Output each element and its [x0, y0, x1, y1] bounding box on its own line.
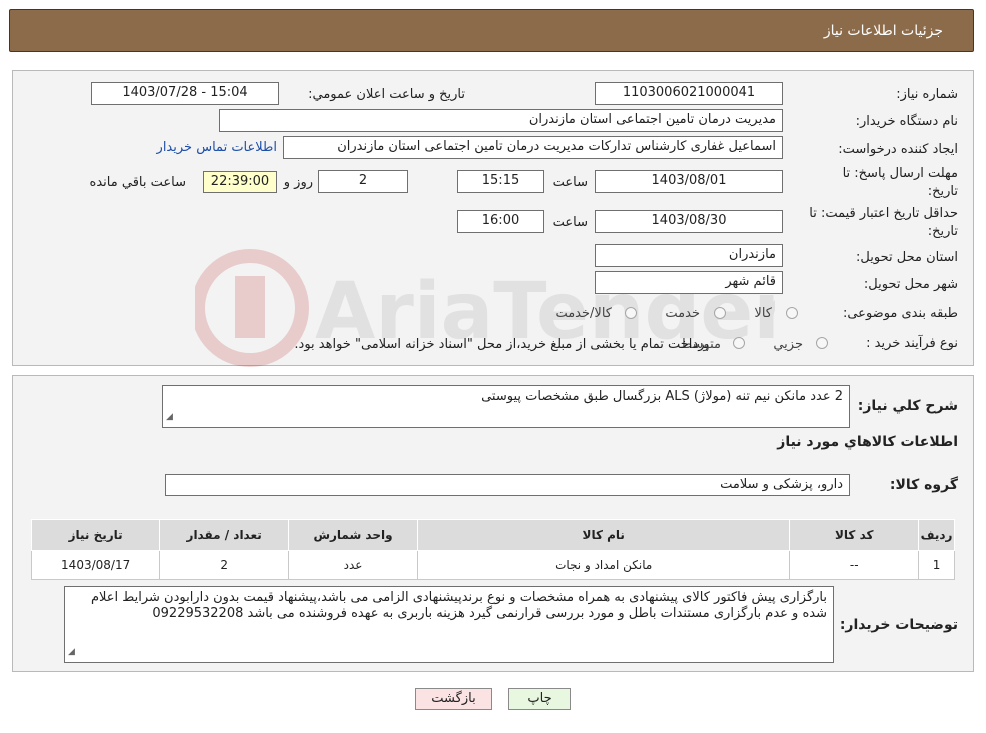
- province-field: مازندران: [595, 244, 783, 267]
- validity-time-field: 16:00: [457, 210, 544, 233]
- city-label: شهر محل تحويل:: [863, 277, 958, 292]
- reply-date-field: 1403/08/01: [595, 170, 783, 193]
- summary-field: 2 عدد مانکن نیم تنه (مولاژ) ALS بزرگسال …: [162, 385, 850, 428]
- summary-text: 2 عدد مانکن نیم تنه (مولاژ) ALS بزرگسال …: [481, 389, 843, 404]
- validity-time-label: ساعت: [552, 215, 588, 230]
- buyer-org-field: مدیریت درمان تامین اجتماعی استان مازندرا…: [219, 109, 783, 132]
- goods-info-title: اطلاعات کالاهاي مورد نياز: [777, 434, 958, 450]
- contact-buyer-link[interactable]: اطلاعات تماس خريدار: [157, 140, 277, 155]
- reply-time-label: ساعت: [552, 175, 588, 190]
- buyer-notes-text: بارگزاری پیش فاکتور کالای پیشنهادی به هم…: [90, 590, 827, 621]
- category-goods-service-label: کالا/خدمت: [555, 306, 612, 321]
- summary-label: شرح کلي نياز:: [857, 398, 958, 414]
- resize-grip-icon[interactable]: ◢: [68, 644, 75, 660]
- reply-time-field: 15:15: [457, 170, 544, 193]
- creator-label: ايجاد کننده درخواست:: [838, 142, 958, 157]
- process-minor-label: جزيي: [773, 337, 803, 352]
- city-field: قائم شهر: [595, 271, 783, 294]
- payment-note: پرداخت تمام یا بخشی از مبلغ خرید،از محل …: [294, 337, 709, 352]
- category-goods-radio[interactable]: [786, 307, 798, 319]
- col-code-header: کد کالا: [789, 519, 920, 551]
- cell-row: 1: [918, 550, 955, 580]
- reply-deadline-label-line2: تاريخ:: [927, 184, 958, 199]
- cell-qty: 2: [159, 550, 290, 580]
- goods-group-label: گروه کالا:: [889, 477, 958, 493]
- buyer-notes-field: بارگزاری پیش فاکتور کالای پیشنهادی به هم…: [64, 586, 834, 663]
- page-title: جزئیات اطلاعات نیاز: [823, 23, 943, 39]
- col-row-header: رديف: [918, 519, 955, 551]
- cell-name: مانکن امداد و نجات: [416, 550, 791, 580]
- category-goods-label: کالا: [754, 306, 772, 321]
- goods-table: رديف کد کالا نام کالا واحد شمارش تعداد /…: [30, 519, 955, 580]
- buyer-org-label: نام دستگاه خريدار:: [855, 114, 958, 129]
- announce-label: تاریخ و ساعت اعلان عمومي:: [308, 87, 465, 102]
- category-goods-service-radio[interactable]: [625, 307, 637, 319]
- col-qty-header: تعداد / مقدار: [159, 519, 290, 551]
- cell-code: --: [789, 550, 920, 580]
- category-service-label: خدمت: [665, 306, 700, 321]
- reply-deadline-label: مهلت ارسال پاسخ: تا: [842, 166, 958, 181]
- category-service-radio[interactable]: [714, 307, 726, 319]
- col-unit-header: واحد شمارش: [288, 519, 418, 551]
- announce-field: 1403/07/28 - 15:04: [91, 82, 279, 105]
- col-date-header: تاريخ نياز: [30, 519, 161, 551]
- validity-label-line2: تاريخ:: [927, 224, 958, 239]
- category-label: طبقه بندی موضوعی:: [842, 306, 958, 321]
- print-button[interactable]: چاپ: [508, 688, 571, 710]
- need-number-label: شماره نیاز:: [896, 87, 958, 102]
- creator-field: اسماعیل غفاری کارشناس تدارکات مدیریت درم…: [283, 136, 783, 159]
- cell-unit: عدد: [288, 550, 418, 580]
- process-minor-radio[interactable]: [816, 337, 828, 349]
- table-header-row: رديف کد کالا نام کالا واحد شمارش تعداد /…: [30, 519, 955, 551]
- province-label: استان محل تحويل:: [856, 250, 958, 265]
- process-medium-radio[interactable]: [733, 337, 745, 349]
- process-label: نوع فرآيند خريد :: [866, 336, 958, 351]
- page-header: جزئیات اطلاعات نیاز: [9, 9, 974, 52]
- days-label: روز و: [283, 175, 313, 190]
- cell-date: 1403/08/17: [30, 550, 161, 580]
- need-number-field: 1103006021000041: [595, 82, 783, 105]
- days-field: 2: [318, 170, 408, 193]
- remaining-time-field: 22:39:00: [203, 171, 277, 193]
- buyer-notes-label: توضيحات خريدار:: [839, 617, 958, 633]
- table-row: 1 -- مانکن امداد و نجات عدد 2 1403/08/17: [30, 550, 955, 580]
- col-name-header: نام کالا: [416, 519, 791, 551]
- remaining-label: ساعت باقي مانده: [89, 175, 186, 190]
- back-button[interactable]: بازگشت: [415, 688, 492, 710]
- validity-label: حداقل تاريخ اعتبار قيمت: تا: [809, 206, 958, 221]
- validity-date-field: 1403/08/30: [595, 210, 783, 233]
- goods-group-field: دارو، پزشکی و سلامت: [165, 474, 850, 496]
- resize-grip-icon[interactable]: ◢: [166, 409, 173, 425]
